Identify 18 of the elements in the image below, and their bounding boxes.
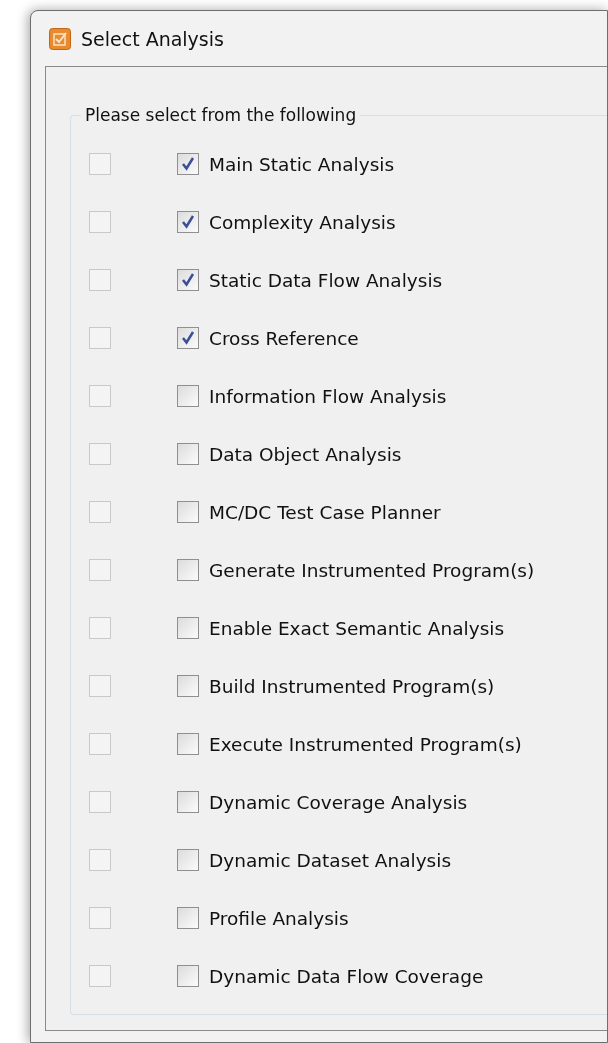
window-title: Select Analysis (81, 27, 224, 50)
option-checkbox[interactable]: Main Static Analysis (177, 153, 395, 175)
option-checkbox[interactable]: Profile Analysis (177, 907, 349, 929)
option-checkbox[interactable]: Data Object Analysis (177, 443, 402, 465)
checkbox-app-icon (49, 27, 71, 50)
option-checkbox[interactable]: Dynamic Dataset Analysis (177, 849, 452, 871)
option-checkbox[interactable]: Enable Exact Semantic Analysis (177, 617, 505, 639)
group-label: Please select from the following (84, 106, 358, 125)
option-checkbox[interactable]: Information Flow Analysis (177, 385, 447, 407)
option-checkbox[interactable]: Generate Instrumented Program(s) (177, 559, 535, 581)
option-checkbox[interactable]: Complexity Analysis (177, 211, 396, 233)
option-checkbox[interactable]: Execute Instrumented Program(s) (177, 733, 522, 755)
option-checkbox[interactable]: Build Instrumented Program(s) (177, 675, 495, 697)
option-checkbox[interactable]: Dynamic Data Flow Coverage (177, 965, 484, 987)
option-checkbox[interactable]: Cross Reference (177, 327, 359, 349)
option-checkbox[interactable]: MC/DC Test Case Planner (177, 501, 441, 523)
option-checkbox[interactable]: Dynamic Coverage Analysis (177, 791, 468, 813)
option-checkbox[interactable]: Static Data Flow Analysis (177, 269, 443, 291)
